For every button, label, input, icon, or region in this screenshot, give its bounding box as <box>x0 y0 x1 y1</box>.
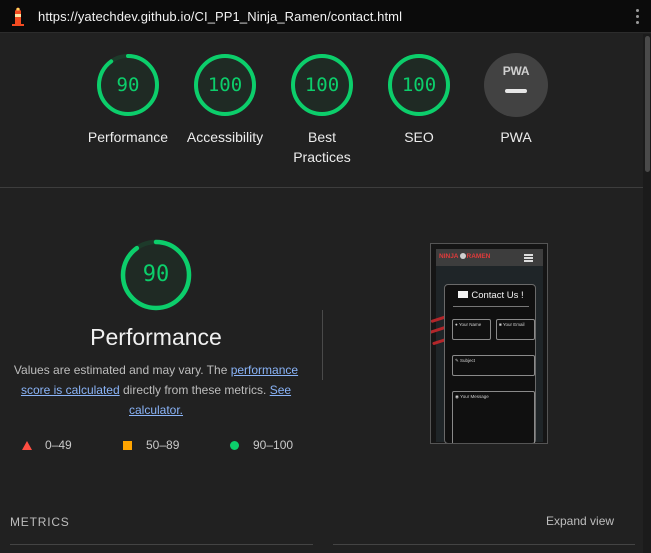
metrics-divider <box>10 544 313 545</box>
gauge-ring: 100 <box>290 53 354 117</box>
gauge-score: 90 <box>116 74 140 96</box>
metrics-heading: METRICS <box>10 515 70 529</box>
gauge-best-practices[interactable]: 100 Best Practices <box>274 53 370 167</box>
performance-score: 90 <box>142 262 170 287</box>
square-icon <box>123 441 132 450</box>
lighthouse-icon <box>12 7 24 26</box>
triangle-icon <box>22 441 32 450</box>
gauge-label: Best Practices <box>293 129 351 165</box>
name-placeholder: Your Name <box>458 322 482 327</box>
comments-icon: ◉ <box>455 394 459 399</box>
legend-range: 90–100 <box>253 438 294 452</box>
gauge-score: 100 <box>401 74 437 96</box>
scrollbar-thumb[interactable] <box>645 36 650 172</box>
brand-left: NINJA <box>439 253 459 260</box>
metrics-divider <box>333 544 635 545</box>
contact-title: Contact Us ! <box>445 290 537 301</box>
email-placeholder: Your Email <box>502 322 525 327</box>
contact-card: Contact Us ! ● Your Name ■ Your Email ✎ … <box>444 284 537 443</box>
message-placeholder: Your Message <box>460 394 489 399</box>
gauge-label: Accessibility <box>186 129 264 145</box>
performance-title: Performance <box>90 324 222 350</box>
name-field: ● Your Name <box>452 319 491 340</box>
gauge-accessibility[interactable]: 100 Accessibility <box>177 53 273 147</box>
gauge-ring: 100 <box>193 53 257 117</box>
desc-text: Values are estimated and may vary. The <box>13 363 231 377</box>
gauge-ring: 100 <box>387 53 451 117</box>
gauge-performance[interactable]: 90 Performance <box>80 53 176 147</box>
final-screenshot[interactable]: NINJA RAMEN Contact Us ! ● Your Name ■ Yo… <box>430 243 548 444</box>
browser-toolbar: https://yatechdev.github.io/CI_PP1_Ninja… <box>0 0 651 33</box>
ramen-bowl-icon <box>459 253 466 260</box>
legend-range: 0–49 <box>45 438 72 452</box>
envelope-icon <box>458 291 469 298</box>
section-divider <box>0 187 643 188</box>
pwa-badge: PWA <box>484 53 548 117</box>
email-field: ■ Your Email <box>496 319 535 340</box>
screenshot-brand: NINJA RAMEN <box>439 253 490 260</box>
performance-gauge: 90 <box>120 239 192 311</box>
gauge-label: Performance <box>87 129 169 145</box>
subject-field: ✎ Subject <box>452 355 535 376</box>
screenshot-navbar: NINJA RAMEN <box>436 249 543 266</box>
vertical-divider <box>322 310 323 380</box>
envelope-icon: ■ <box>499 322 502 327</box>
pwa-dash <box>505 89 527 93</box>
circle-icon <box>230 441 239 450</box>
gauge-score: 100 <box>304 74 340 96</box>
gauge-score: 100 <box>207 74 243 96</box>
subject-placeholder: Subject <box>460 358 476 363</box>
desc-text: directly from these metrics. <box>119 383 270 397</box>
expand-view-toggle[interactable]: Expand view <box>546 514 614 528</box>
more-options-icon[interactable] <box>636 9 640 25</box>
pwa-badge-text: PWA <box>502 64 530 78</box>
user-icon: ● <box>455 322 458 327</box>
gauge-ring: 90 <box>96 53 160 117</box>
gauge-label: SEO <box>404 129 434 145</box>
hamburger-menu-icon <box>524 254 533 262</box>
performance-description: Values are estimated and may vary. The p… <box>10 360 302 420</box>
contact-title-text: Contact Us ! <box>471 290 524 301</box>
legend-range: 50–89 <box>146 438 180 452</box>
url-text[interactable]: https://yatechdev.github.io/CI_PP1_Ninja… <box>38 9 402 24</box>
pencil-icon: ✎ <box>455 358 459 363</box>
gauge-label: PWA <box>500 129 532 145</box>
brand-right: RAMEN <box>466 253 491 260</box>
contact-divider <box>453 306 529 307</box>
gauge-seo[interactable]: 100 SEO <box>371 53 467 147</box>
message-field: ◉ Your Message <box>452 391 535 443</box>
gauge-pwa[interactable]: PWA PWA <box>468 53 564 147</box>
